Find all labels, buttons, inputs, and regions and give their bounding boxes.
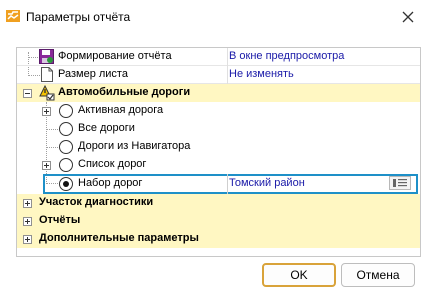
radio-road-set[interactable]: [59, 177, 73, 191]
tree-row-label: Размер листа: [58, 68, 128, 80]
ok-button[interactable]: OK: [262, 263, 336, 287]
tree-category-label: Дополнительные параметры: [39, 232, 199, 244]
collapse-toggle[interactable]: [23, 89, 32, 98]
close-icon: [402, 11, 414, 23]
tree-row-label: Набор дорог: [78, 177, 143, 189]
tree-category-diagnostic-section[interactable]: Участок диагностики: [17, 194, 420, 212]
tree-row-label: Дороги из Навигатора: [78, 140, 191, 152]
radio-road-list[interactable]: [59, 158, 73, 172]
tree-row-label: Список дорог: [78, 158, 147, 170]
road-set-value[interactable]: Томский район: [227, 174, 417, 194]
tree-row-report-output[interactable]: Формирование отчёта В окне предпросмотра: [17, 48, 420, 66]
tree-category-label: Автомобильные дороги: [58, 86, 191, 98]
road-sign-icon: [39, 85, 55, 101]
tree-category-roads[interactable]: Автомобильные дороги: [17, 84, 420, 102]
expand-toggle[interactable]: [23, 235, 32, 244]
expand-toggle[interactable]: [23, 217, 32, 226]
tree-row-page-size[interactable]: Размер листа Не изменять: [17, 66, 420, 84]
window-title: Параметры отчёта: [26, 10, 131, 24]
tree-category-reports[interactable]: Отчёты: [17, 212, 420, 230]
tree-row-label: Формирование отчёта: [58, 50, 172, 62]
tree-category-label: Участок диагностики: [39, 196, 154, 208]
cancel-button[interactable]: Отмена: [341, 263, 415, 287]
report-output-value[interactable]: В окне предпросмотра: [227, 48, 420, 66]
tree-row-active-road[interactable]: Активная дорога: [17, 102, 420, 120]
expand-toggle[interactable]: [42, 161, 51, 170]
floppy-disk-icon: [39, 49, 54, 64]
page-size-value[interactable]: Не изменять: [227, 66, 420, 84]
tree-row-all-roads[interactable]: Все дороги: [17, 120, 420, 138]
radio-all-roads[interactable]: [59, 122, 73, 136]
close-button[interactable]: [393, 4, 423, 30]
list-picker-icon[interactable]: [389, 176, 411, 190]
title-bar: Параметры отчёта: [0, 0, 431, 34]
expand-toggle[interactable]: [23, 199, 32, 208]
tree-row-navigator-roads[interactable]: Дороги из Навигатора: [17, 138, 420, 156]
radio-navigator-roads[interactable]: [59, 140, 73, 154]
tree-category-additional-params[interactable]: Дополнительные параметры: [17, 230, 420, 248]
radio-active-road[interactable]: [59, 104, 73, 118]
expand-toggle[interactable]: [42, 107, 51, 116]
parameters-tree[interactable]: Формирование отчёта В окне предпросмотра…: [16, 47, 421, 257]
tree-row-road-list[interactable]: Список дорог: [17, 156, 420, 174]
tree-category-label: Отчёты: [39, 214, 81, 226]
tree-row-label: Все дороги: [78, 122, 135, 134]
document-icon: [41, 67, 53, 82]
tree-row-label: Активная дорога: [78, 104, 164, 116]
tree-row-road-set[interactable]: Набор дорог Томский район: [43, 174, 418, 194]
report-settings-icon: [6, 10, 20, 22]
